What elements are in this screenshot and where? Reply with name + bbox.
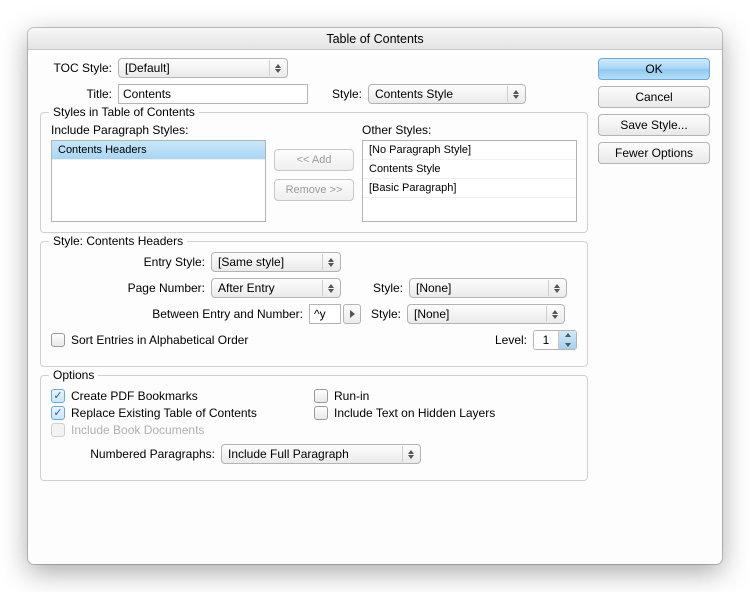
window-title: Table of Contents — [28, 28, 722, 50]
sort-checkbox[interactable]: Sort Entries in Alphabetical Order — [51, 333, 248, 347]
between-style-label: Style: — [361, 307, 407, 321]
title-style-select[interactable]: Contents Style — [368, 84, 526, 104]
remove-button[interactable]: Remove >> — [274, 179, 354, 201]
fewer-options-button[interactable]: Fewer Options — [598, 142, 710, 164]
numbered-select[interactable]: Include Full Paragraph — [221, 444, 421, 464]
options-group: Options ✓ Create PDF Bookmarks ✓ Replace… — [40, 375, 588, 481]
other-styles-list[interactable]: [No Paragraph Style] Contents Style [Bas… — [362, 140, 577, 222]
replace-existing-label: Replace Existing Table of Contents — [71, 406, 257, 420]
toc-style-value: [Default] — [125, 61, 170, 75]
list-item[interactable]: Contents Style — [363, 160, 576, 179]
title-input[interactable] — [118, 84, 308, 104]
styles-group: Styles in Table of Contents Include Para… — [40, 112, 588, 233]
add-button[interactable]: << Add — [274, 149, 354, 171]
chevron-up-icon — [565, 333, 571, 337]
list-item[interactable]: [Basic Paragraph] — [363, 179, 576, 198]
title-style-value: Contents Style — [375, 87, 453, 101]
style-detail-legend: Style: Contents Headers — [49, 234, 187, 248]
between-style-select[interactable]: [None] — [407, 304, 565, 324]
page-number-label: Page Number: — [51, 281, 211, 295]
level-stepper[interactable] — [533, 330, 577, 350]
chevron-down-icon — [565, 343, 571, 347]
styles-group-legend: Styles in Table of Contents — [49, 105, 199, 119]
checkbox-icon — [51, 333, 65, 347]
numbered-value: Include Full Paragraph — [228, 447, 349, 461]
ok-button[interactable]: OK — [598, 58, 710, 80]
title-label: Title: — [40, 87, 118, 101]
checkbox-icon — [314, 389, 328, 403]
page-number-value: After Entry — [218, 281, 275, 295]
options-legend: Options — [49, 368, 98, 382]
cancel-button[interactable]: Cancel — [598, 86, 710, 108]
include-styles-list[interactable]: Contents Headers — [51, 140, 266, 222]
toc-style-label: TOC Style: — [40, 61, 118, 75]
checkbox-icon: ✓ — [51, 389, 65, 403]
list-item[interactable]: [No Paragraph Style] — [363, 141, 576, 160]
checkbox-icon — [314, 406, 328, 420]
entry-style-value: [Same style] — [218, 255, 284, 269]
level-input[interactable] — [534, 331, 558, 349]
between-label: Between Entry and Number: — [51, 307, 309, 321]
other-styles-label: Other Styles: — [362, 123, 577, 137]
page-number-style-value: [None] — [416, 281, 451, 295]
entry-style-label: Entry Style: — [51, 255, 211, 269]
page-number-style-select[interactable]: [None] — [409, 278, 567, 298]
title-style-label: Style: — [308, 87, 368, 101]
triangle-right-icon — [350, 310, 355, 318]
list-item[interactable]: Contents Headers — [52, 141, 265, 160]
between-style-value: [None] — [414, 307, 449, 321]
dialog-window: Table of Contents TOC Style: [Default] T… — [28, 28, 722, 564]
updown-icon — [322, 254, 338, 270]
include-book-label: Include Book Documents — [71, 423, 204, 437]
toc-style-select[interactable]: [Default] — [118, 58, 288, 78]
sort-label: Sort Entries in Alphabetical Order — [71, 333, 248, 347]
special-chars-button[interactable] — [343, 304, 361, 324]
stepper-buttons[interactable] — [558, 331, 576, 349]
checkbox-icon — [51, 423, 65, 437]
include-styles-label: Include Paragraph Styles: — [51, 123, 266, 137]
between-input[interactable] — [309, 304, 341, 324]
run-in-label: Run-in — [334, 389, 369, 403]
level-label: Level: — [483, 333, 533, 347]
updown-icon — [548, 280, 564, 296]
include-hidden-checkbox[interactable]: Include Text on Hidden Layers — [314, 406, 577, 420]
replace-existing-checkbox[interactable]: ✓ Replace Existing Table of Contents — [51, 406, 314, 420]
include-book-checkbox: Include Book Documents — [51, 423, 314, 437]
updown-icon — [507, 86, 523, 102]
updown-icon — [269, 60, 285, 76]
updown-icon — [402, 446, 418, 462]
run-in-checkbox[interactable]: Run-in — [314, 389, 577, 403]
create-pdf-checkbox[interactable]: ✓ Create PDF Bookmarks — [51, 389, 314, 403]
style-detail-group: Style: Contents Headers Entry Style: [Sa… — [40, 241, 588, 367]
numbered-label: Numbered Paragraphs: — [51, 447, 221, 461]
page-number-style-label: Style: — [341, 281, 409, 295]
checkbox-icon: ✓ — [51, 406, 65, 420]
updown-icon — [322, 280, 338, 296]
create-pdf-label: Create PDF Bookmarks — [71, 389, 198, 403]
page-number-select[interactable]: After Entry — [211, 278, 341, 298]
updown-icon — [546, 306, 562, 322]
entry-style-select[interactable]: [Same style] — [211, 252, 341, 272]
include-hidden-label: Include Text on Hidden Layers — [334, 406, 495, 420]
save-style-button[interactable]: Save Style... — [598, 114, 710, 136]
